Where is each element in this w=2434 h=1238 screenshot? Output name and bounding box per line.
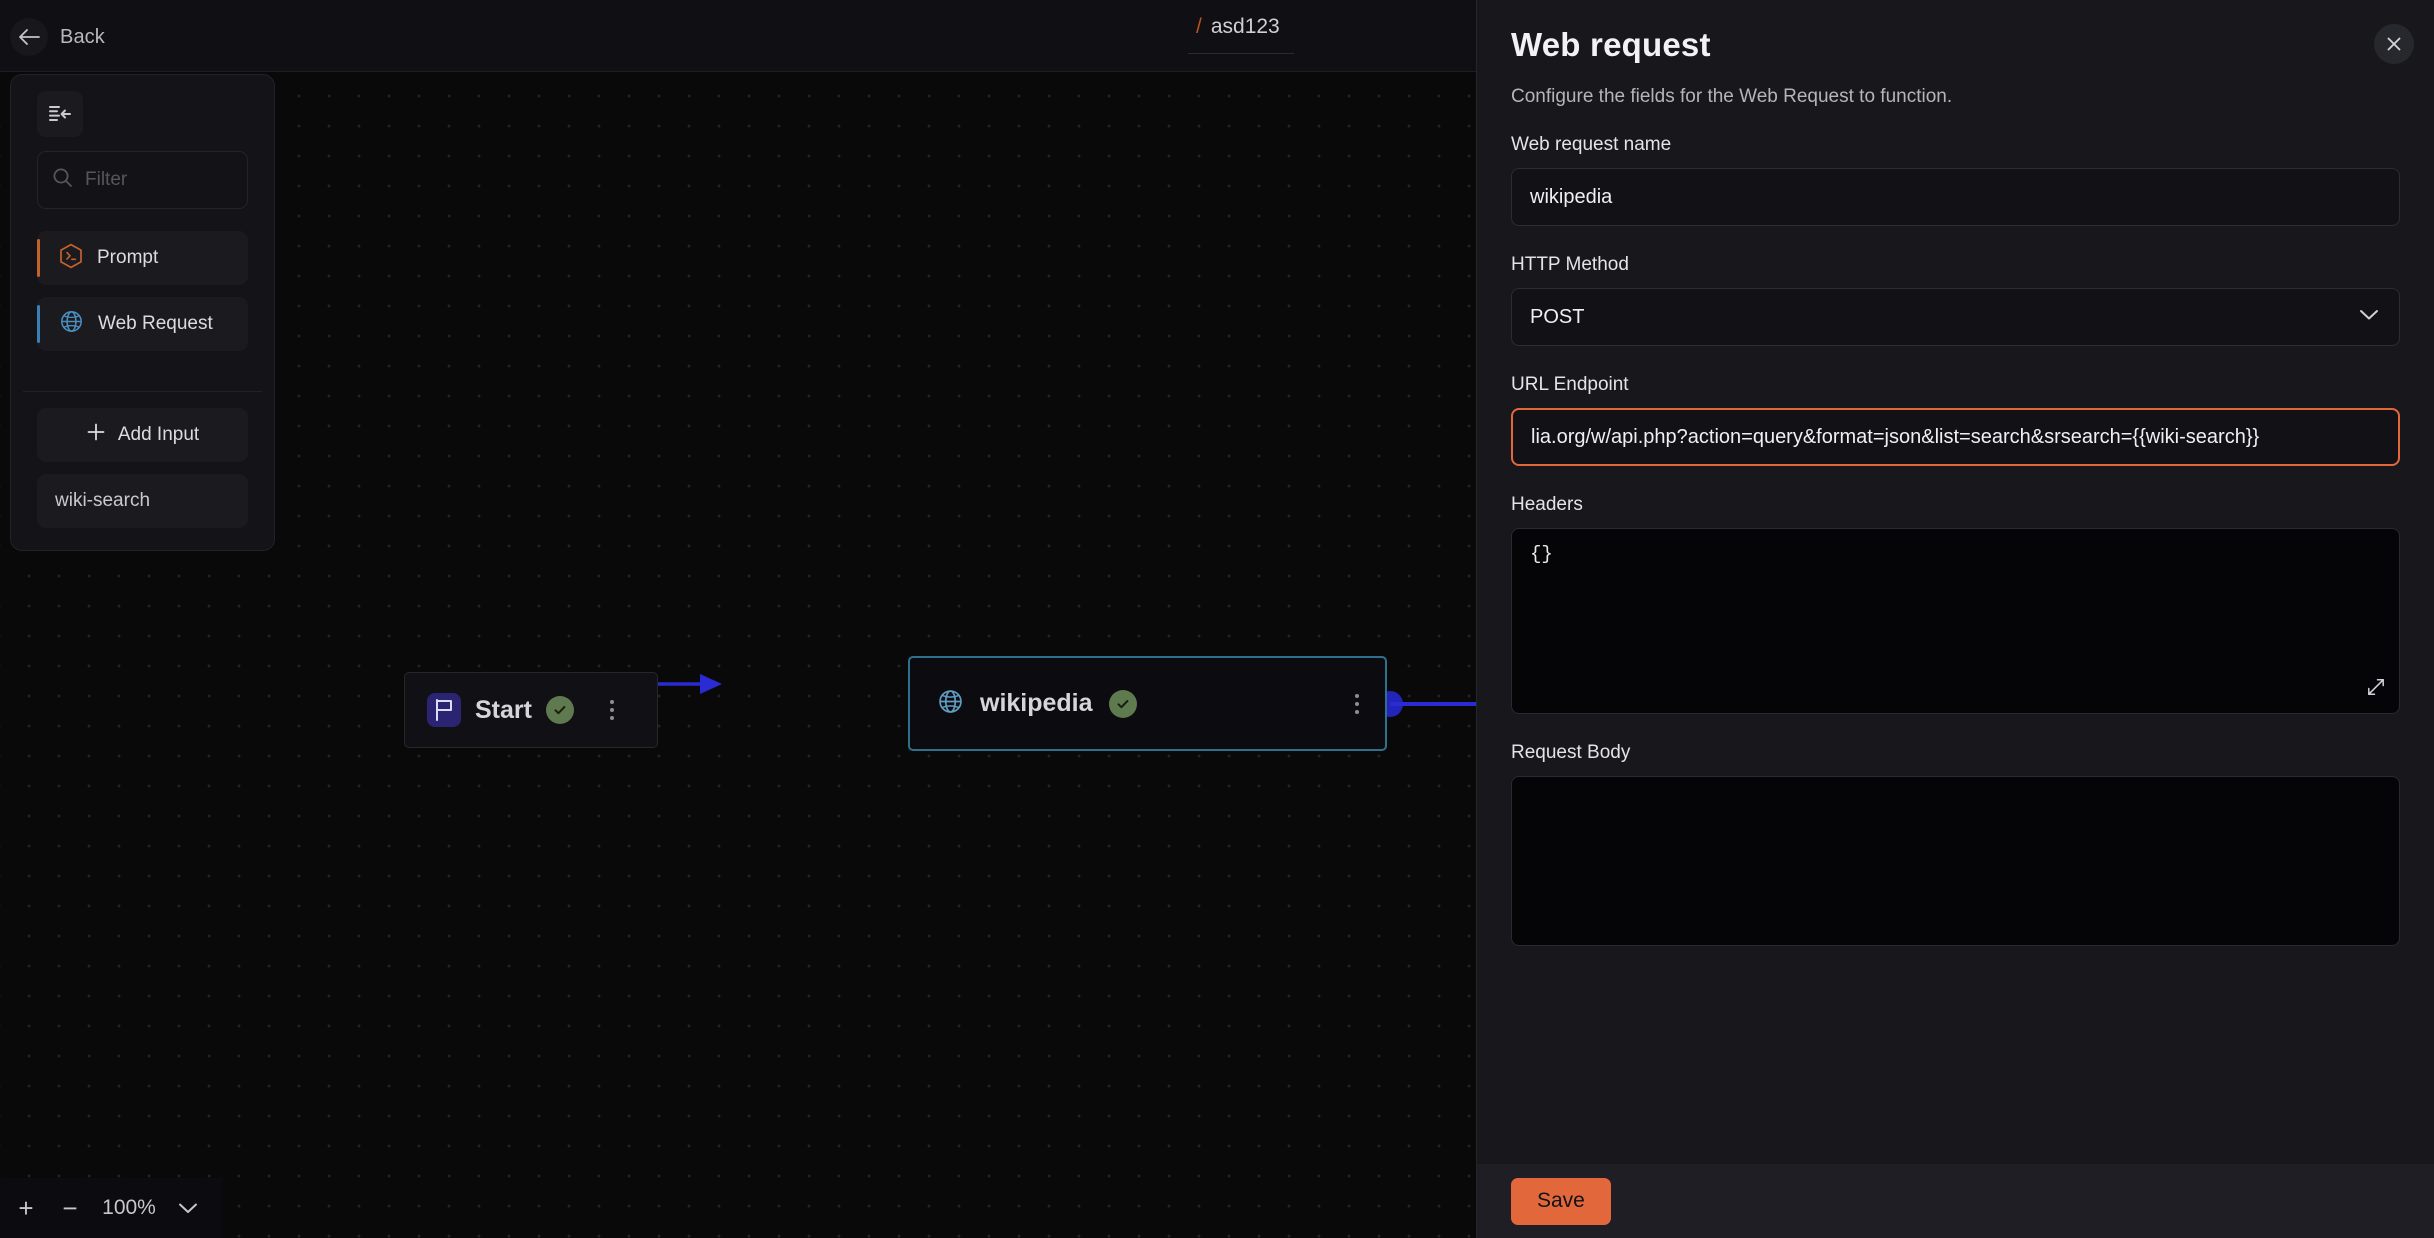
palette-divider xyxy=(23,391,262,392)
zoom-out-button[interactable]: − xyxy=(48,1186,92,1230)
headers-label: Headers xyxy=(1511,494,1583,515)
back-button[interactable]: Back xyxy=(6,14,115,60)
flow-node-wikipedia[interactable]: wikipedia xyxy=(908,656,1387,751)
accent-bar xyxy=(37,239,40,277)
flag-icon xyxy=(427,693,461,727)
flow-canvas-area: Start wikipedia Back / asd123 Filter Pro… xyxy=(0,0,1476,1238)
breadcrumb[interactable]: / asd123 xyxy=(1188,0,1294,54)
globe-icon xyxy=(59,309,84,339)
flow-node-start[interactable]: Start xyxy=(404,672,658,748)
web-request-name-input[interactable] xyxy=(1511,168,2400,226)
breadcrumb-separator: / xyxy=(1196,14,1202,38)
node-menu-button[interactable] xyxy=(604,696,620,724)
plus-icon xyxy=(86,422,106,448)
palette-item-label: Prompt xyxy=(97,247,159,268)
http-method-select[interactable] xyxy=(1511,288,2400,346)
expand-icon[interactable] xyxy=(2366,677,2386,702)
node-menu-button[interactable] xyxy=(1349,690,1365,718)
url-endpoint-input[interactable] xyxy=(1511,408,2400,466)
node-title: wikipedia xyxy=(980,689,1093,717)
request-body-textarea[interactable] xyxy=(1511,776,2400,946)
page-title: Web request xyxy=(1511,26,1711,63)
http-method-select-wrap xyxy=(1511,288,2400,346)
globe-icon xyxy=(937,688,964,720)
palette-item-prompt[interactable]: Prompt xyxy=(37,231,248,285)
palette-nodes-group: Filter Prompt Web Request xyxy=(21,85,264,377)
add-input-button[interactable]: Add Input xyxy=(37,408,248,462)
palette-item-label: Web Request xyxy=(98,313,213,334)
zoom-level-label: 100% xyxy=(102,1196,156,1219)
zoom-in-button[interactable]: + xyxy=(4,1186,48,1230)
save-button[interactable]: Save xyxy=(1511,1177,1611,1225)
panel-content: Web request Configure the fields for the… xyxy=(1477,0,2434,1164)
request-body-editor-wrap xyxy=(1511,776,2400,946)
http-method-label: HTTP Method xyxy=(1511,254,1629,275)
close-icon[interactable] xyxy=(2374,24,2414,64)
node-palette-panel: Filter Prompt Web Request Add Input wiki… xyxy=(10,74,275,551)
back-label: Back xyxy=(60,25,105,48)
node-title: Start xyxy=(475,695,532,724)
canvas-zoom-controls: + − 100% xyxy=(0,1178,222,1238)
chevron-down-icon[interactable] xyxy=(166,1186,210,1230)
input-chip-wiki-search[interactable]: wiki-search xyxy=(37,474,248,528)
filter-input[interactable]: Filter xyxy=(37,151,248,209)
panel-subtitle: Configure the fields for the Web Request… xyxy=(1511,86,1953,107)
input-chip-label: wiki-search xyxy=(55,490,151,511)
arrow-left-icon xyxy=(10,18,48,56)
check-icon xyxy=(545,696,574,724)
headers-textarea[interactable]: {} xyxy=(1511,528,2400,714)
palette-item-web-request[interactable]: Web Request xyxy=(37,297,248,351)
search-icon xyxy=(52,167,73,193)
url-endpoint-label: URL Endpoint xyxy=(1511,374,1629,395)
filter-placeholder: Filter xyxy=(85,169,128,190)
palette-inputs-group: Add Input wiki-search xyxy=(21,404,264,540)
collapse-sidebar-icon[interactable] xyxy=(37,91,83,137)
app-root: Start wikipedia Back / asd123 Filter Pro… xyxy=(0,0,2434,1238)
breadcrumb-flow-name[interactable]: asd123 xyxy=(1211,15,1280,39)
web-request-config-panel: Web request Configure the fields for the… xyxy=(1476,0,2434,1238)
check-icon xyxy=(1108,689,1137,718)
panel-footer: Save xyxy=(1477,1164,2434,1238)
top-bar: Back / asd123 xyxy=(0,0,1476,72)
headers-editor-wrap: {} xyxy=(1511,528,2400,714)
terminal-hex-icon xyxy=(59,243,83,274)
web-request-name-label: Web request name xyxy=(1511,134,1672,155)
add-input-label: Add Input xyxy=(117,424,200,445)
request-body-label: Request Body xyxy=(1511,742,1631,763)
accent-bar xyxy=(37,305,40,343)
